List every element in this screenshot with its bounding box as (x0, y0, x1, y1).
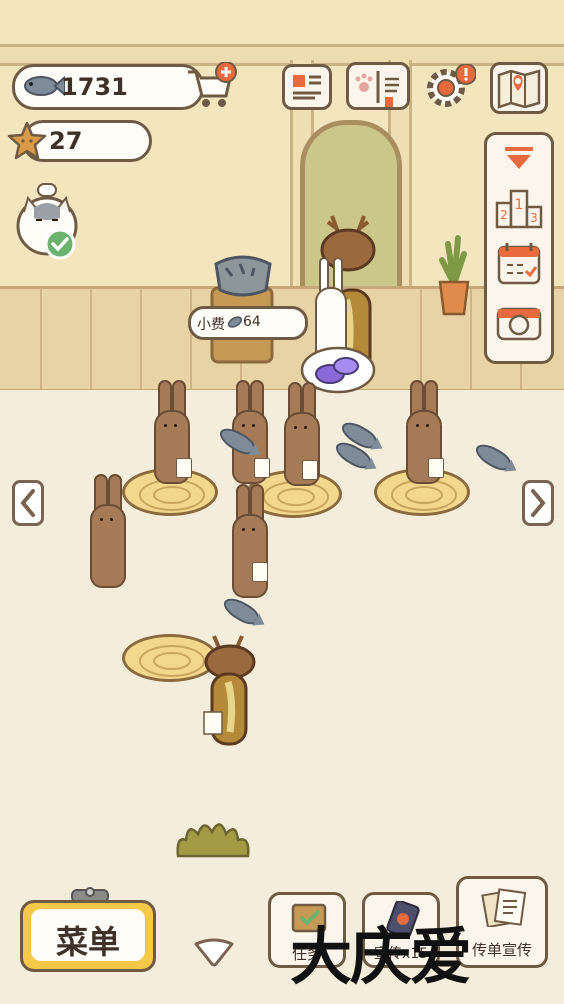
order-note (252, 562, 268, 582)
tip-amount: 64 (243, 314, 261, 330)
recipe-book-button[interactable] (346, 62, 410, 110)
deer-customer[interactable] (194, 632, 264, 754)
chevron-right-icon (525, 489, 551, 527)
next-area-arrow[interactable] (522, 480, 554, 526)
fish-count: 1731 (61, 73, 128, 101)
star-cookie-icon (7, 121, 47, 165)
settings-button[interactable] (424, 63, 477, 107)
prev-area-arrow[interactable] (12, 480, 44, 526)
rabbit-customer[interactable] (86, 474, 126, 588)
newspaper-button[interactable] (282, 64, 332, 110)
order-note (428, 458, 444, 478)
svg-text:1: 1 (515, 197, 524, 213)
order-note (176, 458, 192, 478)
gear-alert-icon (424, 63, 477, 114)
star-rating-counter: 27 (7, 120, 152, 162)
tip-label: 小费 (197, 317, 225, 333)
watermark-text: 大庆爱 (290, 920, 472, 993)
grass-tuft (174, 816, 254, 866)
map-button[interactable] (490, 62, 548, 114)
order-note (302, 460, 318, 480)
camera-icon[interactable] (495, 301, 543, 347)
menu-button[interactable]: 菜单 (20, 887, 156, 974)
newspaper-icon (285, 75, 329, 111)
fish-currency-counter: 1731 (12, 64, 204, 110)
ceiling-beam (0, 44, 564, 66)
svg-text:2: 2 (500, 208, 508, 222)
star-count: 27 (49, 127, 83, 155)
shop-button[interactable] (186, 61, 237, 107)
paw-book-icon (349, 71, 407, 111)
calendar-icon[interactable] (495, 241, 543, 289)
check-badge-icon (44, 228, 76, 264)
chef-cat-avatar[interactable] (14, 182, 78, 260)
tip-bubble[interactable]: 小费 64 (188, 306, 308, 340)
svg-text:3: 3 (530, 211, 538, 225)
order-note (254, 458, 270, 478)
collapse-arrow-icon[interactable] (503, 145, 535, 177)
shop-cart-plus-icon (186, 61, 238, 114)
menu-label: 菜单 (55, 923, 120, 961)
side-tool-panel: 12 3 (484, 132, 554, 364)
chevron-left-icon (15, 489, 41, 527)
fish-icon (21, 71, 66, 105)
map-icon (493, 69, 545, 115)
chevron-down-icon (192, 938, 236, 972)
potted-plant (434, 234, 474, 320)
scroll-down-button[interactable] (192, 938, 236, 972)
podium-icon[interactable]: 12 3 (495, 187, 543, 233)
